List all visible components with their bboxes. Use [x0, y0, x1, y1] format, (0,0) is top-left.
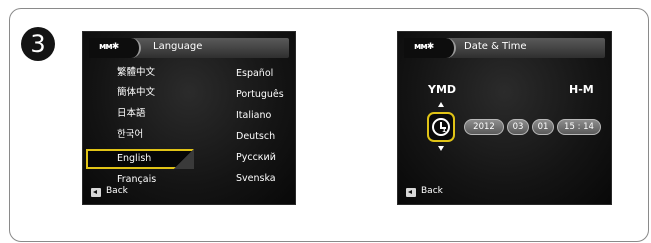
year-field[interactable]: 2012: [464, 119, 504, 135]
clock-subscript: 1: [442, 127, 447, 134]
up-arrow-icon[interactable]: [438, 102, 444, 107]
language-option[interactable]: 簡体中文: [117, 86, 155, 100]
language-option[interactable]: Português: [236, 88, 284, 102]
language-option[interactable]: Español: [236, 67, 273, 81]
down-arrow-icon[interactable]: [438, 146, 444, 151]
step-number-badge: 3: [21, 27, 55, 61]
title-bar: ᴍᴍ✱ Language: [89, 38, 289, 58]
month-field[interactable]: 03: [507, 119, 529, 135]
settings-tab[interactable]: ᴍᴍ✱: [89, 38, 141, 58]
day-field[interactable]: 01: [532, 119, 554, 135]
date-format-label: YMD: [428, 83, 457, 96]
language-option-selected[interactable]: English: [117, 152, 151, 166]
settings-tab[interactable]: ᴍᴍ✱: [404, 38, 456, 58]
clock-selector[interactable]: 1: [427, 112, 455, 142]
back-label: Back: [106, 186, 128, 196]
settings-tab-icon: ᴍᴍ✱: [99, 42, 119, 52]
back-icon: [91, 188, 101, 197]
time-field[interactable]: 15 : 14: [557, 119, 601, 135]
language-option[interactable]: 繁體中文: [117, 66, 155, 80]
language-option[interactable]: Русский: [236, 151, 276, 165]
clock-icon: [432, 118, 450, 136]
back-icon: [406, 188, 416, 197]
language-option[interactable]: 日本語: [117, 107, 146, 121]
date-time-screen: ᴍᴍ✱ Date & Time YMD H-M 1 2012 03 01 15 …: [397, 31, 612, 205]
back-label: Back: [421, 186, 443, 196]
language-option[interactable]: Deutsch: [236, 130, 275, 144]
language-option[interactable]: Français: [117, 173, 156, 187]
title-bar: ᴍᴍ✱ Date & Time: [404, 38, 605, 58]
language-option[interactable]: Svenska: [236, 172, 276, 186]
screen-title: Date & Time: [464, 41, 527, 52]
language-screen: ᴍᴍ✱ Language 繁體中文 簡体中文 日本語 한국어 English F…: [82, 31, 296, 205]
screen-title: Language: [153, 41, 203, 52]
language-option[interactable]: 한국어: [117, 128, 143, 142]
settings-tab-icon: ᴍᴍ✱: [414, 42, 434, 52]
language-option[interactable]: Italiano: [236, 109, 271, 123]
time-format-label: H-M: [569, 83, 594, 96]
